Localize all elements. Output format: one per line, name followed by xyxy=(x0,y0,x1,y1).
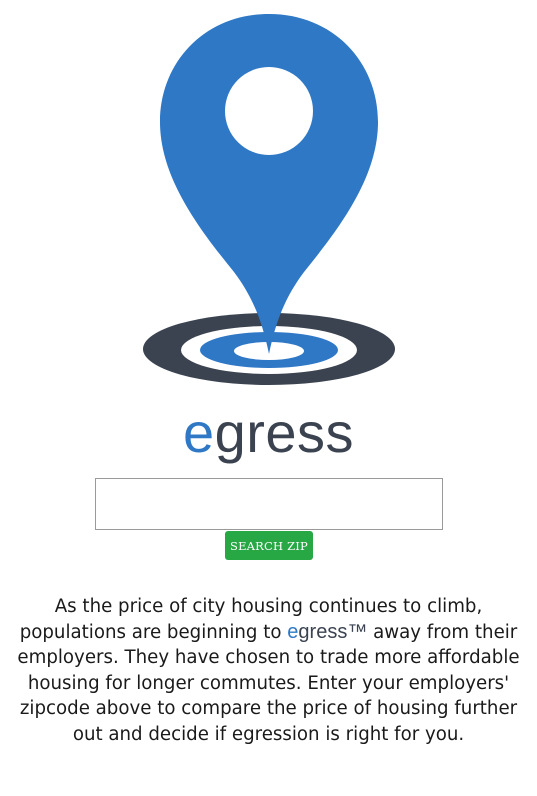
pin-hole xyxy=(225,67,313,155)
intro-paragraph: As the price of city housing continues t… xyxy=(10,594,527,747)
brand-wordmark: egress xyxy=(0,400,537,466)
search-zip-button[interactable]: SEARCH ZIP xyxy=(225,531,313,560)
wordmark-accent: e xyxy=(182,401,215,464)
intro-brand-rest: gress xyxy=(298,620,348,643)
wordmark-rest: gress xyxy=(214,401,355,464)
intro-brand-accent: e xyxy=(287,620,299,643)
intro-brand-mark: egress™ xyxy=(287,621,367,643)
trademark-symbol: ™ xyxy=(347,620,368,643)
pin-body xyxy=(160,14,378,354)
zip-search-input[interactable] xyxy=(95,478,443,530)
map-pin-icon xyxy=(143,14,395,385)
